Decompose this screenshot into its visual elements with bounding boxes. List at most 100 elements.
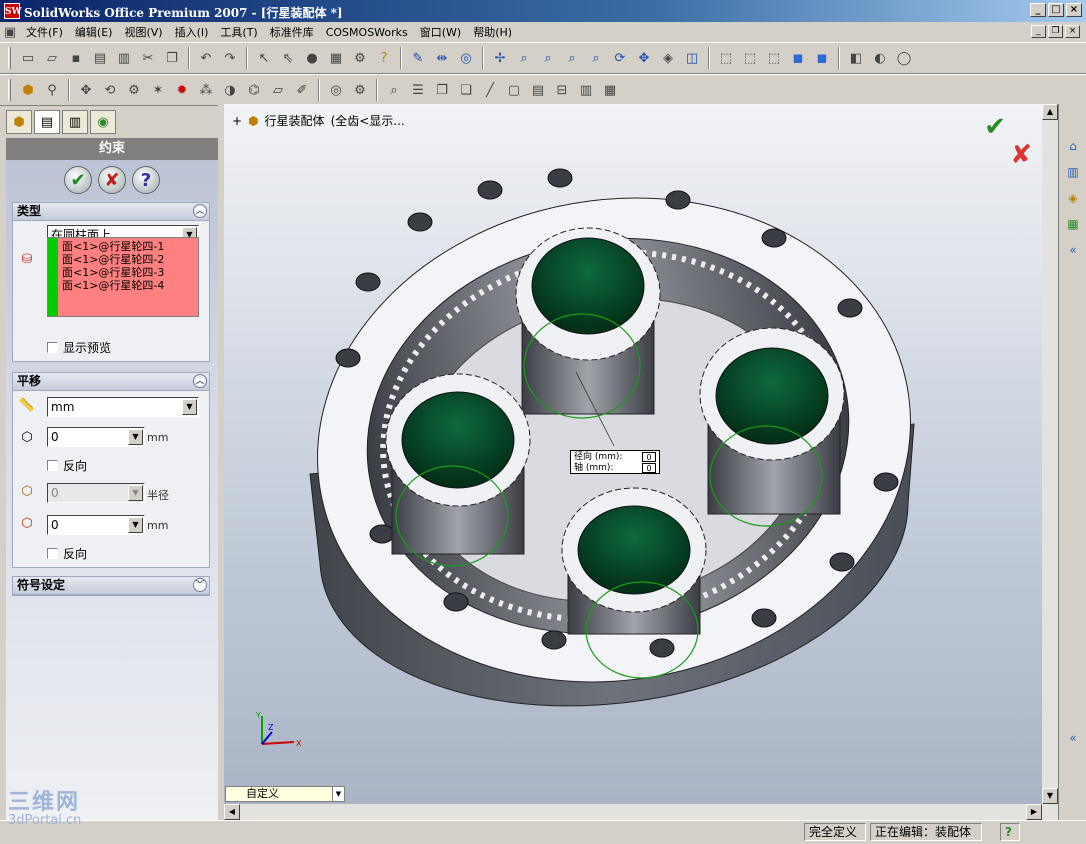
smart-fasteners-icon[interactable]: ⚙	[123, 79, 145, 101]
view-orientation-select[interactable]: 自定义 ▼	[225, 786, 345, 802]
stamp-icon[interactable]: ⊟	[551, 79, 573, 101]
reverse-checkbox-1[interactable]: 反向	[47, 457, 87, 474]
menu-cosmosworks[interactable]: COSMOSWorks	[320, 26, 414, 39]
save-icon[interactable]: ▪	[65, 47, 87, 69]
help-button[interactable]: ?	[132, 166, 160, 194]
copy-view-icon[interactable]: ❐	[431, 79, 453, 101]
doc-restore-button[interactable]: ❐	[1048, 25, 1063, 38]
help-icon[interactable]: ?	[373, 47, 395, 69]
axial-offset-input[interactable]: 0 ▼	[47, 515, 145, 535]
menu-window[interactable]: 窗口(W)	[414, 24, 467, 40]
library-icon[interactable]: ▥	[1063, 162, 1083, 182]
cosmos-tab-icon[interactable]: ◉	[90, 110, 116, 134]
pan-icon[interactable]: ✥	[633, 47, 655, 69]
unit-select[interactable]: mm ▼	[47, 397, 199, 417]
menu-tools[interactable]: 工具(T)	[214, 24, 263, 40]
expand-pane-icon[interactable]: «	[1063, 728, 1083, 748]
rotate-component-icon[interactable]: ⟲	[99, 79, 121, 101]
paste-view-icon[interactable]: ❏	[455, 79, 477, 101]
axial-dim-value[interactable]: 0	[642, 463, 656, 473]
planet-gear-left[interactable]	[385, 373, 531, 567]
menu-edit[interactable]: 编辑(E)	[69, 24, 119, 40]
edit-component-icon[interactable]: ✐	[291, 79, 313, 101]
options-icon[interactable]: ⚙	[349, 47, 371, 69]
menu-insert[interactable]: 插入(I)	[169, 24, 215, 40]
menu-view[interactable]: 视图(V)	[118, 24, 168, 40]
zoom-in-icon[interactable]: ⌕	[561, 47, 583, 69]
interference-icon[interactable]: ✹	[171, 79, 193, 101]
scroll-left-icon[interactable]: ◀	[224, 804, 240, 820]
horizontal-scrollbar[interactable]: ◀ ▶	[224, 804, 1058, 820]
shaded-icon[interactable]: ◼	[811, 47, 833, 69]
scroll-right-icon[interactable]: ▶	[1026, 804, 1042, 820]
configuration-tab-icon[interactable]: ▥	[62, 110, 88, 134]
planet-gear-right[interactable]	[699, 327, 845, 527]
wireframe-icon[interactable]: ⬚	[715, 47, 737, 69]
home-icon[interactable]: ⌂	[1063, 136, 1083, 156]
redo-icon[interactable]: ↷	[219, 47, 241, 69]
zoom-area-icon[interactable]: ⌕	[537, 47, 559, 69]
assembly-features-icon[interactable]: ⌬	[243, 79, 265, 101]
doc-minimize-button[interactable]: _	[1031, 25, 1046, 38]
new-icon[interactable]: ▭	[17, 47, 39, 69]
scroll-up-icon[interactable]: ▲	[1042, 104, 1058, 120]
insert-component-icon[interactable]: ⬢	[17, 79, 39, 101]
rotate-icon[interactable]: ⟳	[609, 47, 631, 69]
show-preview-checkbox[interactable]: 显示预览	[47, 339, 111, 356]
copy-icon[interactable]: ❐	[161, 47, 183, 69]
move-component-icon[interactable]: ✥	[75, 79, 97, 101]
sketch-icon[interactable]: ✎	[407, 47, 429, 69]
collapse-pane-icon[interactable]: «	[1063, 240, 1083, 260]
smart-select-icon[interactable]: ⇖	[277, 47, 299, 69]
appearance-icon[interactable]: ▦	[1063, 214, 1083, 234]
view-orient-icon[interactable]: ✢	[489, 47, 511, 69]
view-cube-icon[interactable]: ◫	[681, 47, 703, 69]
dimension-input-box[interactable]: 径向 (mm): 轴 (mm): 0 0	[570, 450, 660, 474]
minimize-button[interactable]: _	[1030, 3, 1046, 17]
menu-file[interactable]: 文件(F)	[20, 24, 69, 40]
print-preview-icon[interactable]: ▥	[113, 47, 135, 69]
hidden-lines-removed-icon[interactable]: ⬚	[763, 47, 785, 69]
selection-list[interactable]: 面<1>@行星轮四-1 面<1>@行星轮四-2 面<1>@行星轮四-3 面<1>…	[47, 237, 199, 317]
reverse-checkbox-2[interactable]: 反向	[47, 545, 87, 562]
mate-icon[interactable]: ⚲	[41, 79, 63, 101]
radial-dim-value[interactable]: 0	[642, 452, 656, 462]
maximize-button[interactable]: □	[1048, 3, 1064, 17]
property-manager-tab-icon[interactable]: ▤	[34, 110, 60, 134]
grid-icon[interactable]: ▦	[325, 47, 347, 69]
pattern-icon[interactable]: ⁂	[195, 79, 217, 101]
help-icon[interactable]: ?	[1000, 823, 1020, 841]
close-button[interactable]: ×	[1066, 3, 1082, 17]
section-view-icon[interactable]: ◧	[845, 47, 867, 69]
list-item[interactable]: 面<1>@行星轮四-3	[62, 266, 164, 279]
gear-settings-icon[interactable]: ⚙	[349, 79, 371, 101]
dimension-icon[interactable]: ⇹	[431, 47, 453, 69]
vertical-scrollbar[interactable]: ▲ ▼	[1042, 104, 1058, 804]
layers-icon[interactable]: ▤	[527, 79, 549, 101]
shaded-edges-icon[interactable]: ◼	[787, 47, 809, 69]
select-icon[interactable]: ↖	[253, 47, 275, 69]
open-icon[interactable]: ▱	[41, 47, 63, 69]
zoom-select-icon[interactable]: ⌕	[585, 47, 607, 69]
expand-icon[interactable]: ﹀	[193, 578, 207, 592]
new-part-icon[interactable]: ▱	[267, 79, 289, 101]
chevron-down-icon[interactable]: ▼	[332, 787, 344, 801]
collapse-icon[interactable]: ︿	[193, 204, 207, 218]
list-item[interactable]: 面<1>@行星轮四-2	[62, 253, 164, 266]
table-icon[interactable]: ▦	[599, 79, 621, 101]
spinner-icon[interactable]: ▼	[128, 485, 143, 501]
menu-help[interactable]: 帮助(H)	[467, 24, 518, 40]
hidden-lines-visible-icon[interactable]: ⬚	[739, 47, 761, 69]
frame-icon[interactable]: ▢	[503, 79, 525, 101]
show-hidden-icon[interactable]: ◑	[219, 79, 241, 101]
planet-gear-top[interactable]	[515, 227, 661, 419]
zoom-fit-icon[interactable]: ⌕	[513, 47, 535, 69]
menu-standard-library[interactable]: 标准件库	[264, 24, 320, 40]
reference-geometry-icon[interactable]: ◎	[325, 79, 347, 101]
ok-button[interactable]: ✔	[64, 166, 92, 194]
search-icon[interactable]: ⌕	[383, 79, 405, 101]
cancel-button[interactable]: ✘	[98, 166, 126, 194]
document-icon[interactable]: ▣	[0, 21, 20, 43]
collapse-icon[interactable]: ︿	[193, 374, 207, 388]
feature-tree-tab-icon[interactable]: ⬢	[6, 110, 32, 134]
